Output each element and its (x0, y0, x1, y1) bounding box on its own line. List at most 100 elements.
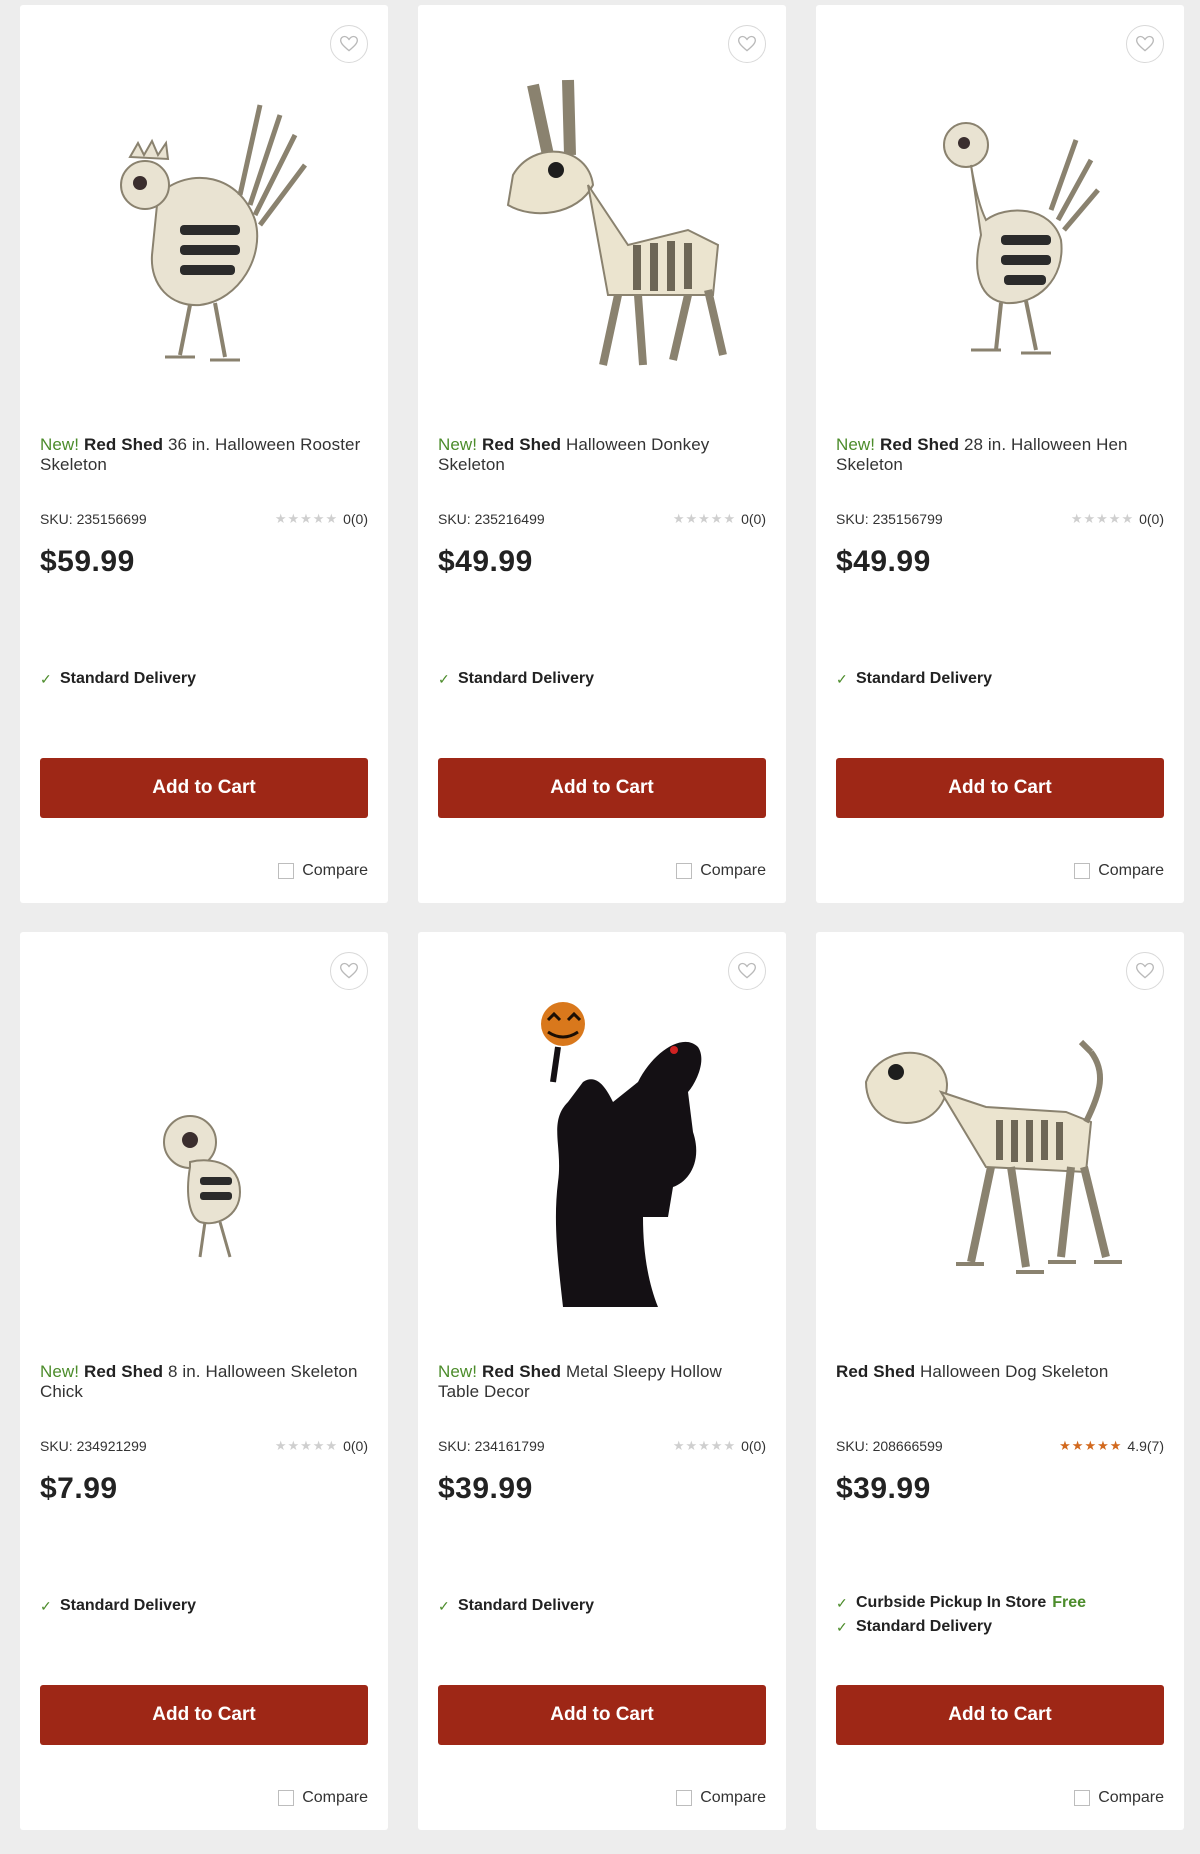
delivery-extra: Free (1052, 1594, 1087, 1611)
product-title[interactable]: New! Red Shed 8 in. Halloween Skeleton C… (40, 1362, 368, 1402)
compare-label: Compare (302, 1789, 368, 1806)
compare-checkbox[interactable]: Compare (1074, 862, 1164, 880)
checkbox-icon[interactable] (278, 863, 295, 879)
compare-checkbox[interactable]: Compare (278, 862, 368, 880)
rating[interactable]: ★ ★ ★ ★ ★ 4.9(7) (1059, 1438, 1164, 1454)
add-to-cart-button[interactable]: Add to Cart (40, 758, 368, 818)
rating-stars: ★ ★ ★ ★ ★ (1059, 1438, 1121, 1454)
new-badge: New! (438, 1362, 478, 1381)
compare-label: Compare (700, 862, 766, 879)
star-icon: ★ (325, 511, 338, 526)
sku-text: SKU: 234161799 (438, 1438, 545, 1454)
rating-count: 0(0) (1139, 511, 1164, 527)
rating-stars: ★ ★ ★ ★ ★ (673, 1438, 735, 1454)
checkbox-icon[interactable] (676, 1790, 693, 1806)
star-icon: ★ (698, 511, 710, 526)
product-image[interactable] (438, 972, 766, 1312)
product-card: New! Red Shed 36 in. Halloween Rooster S… (20, 5, 388, 903)
star-icon: ★ (1083, 511, 1096, 526)
product-name: Halloween Dog Skeleton (920, 1362, 1109, 1381)
rating-stars: ★ ★ ★ ★ ★ (275, 1438, 337, 1454)
add-to-cart-button[interactable]: Add to Cart (836, 1685, 1164, 1745)
delivery-label: Standard Delivery (458, 670, 595, 687)
new-badge: New! (40, 1362, 80, 1381)
product-image[interactable] (836, 45, 1164, 385)
check-icon: ✓ (40, 1597, 52, 1614)
product-price: $39.99 (836, 1472, 931, 1505)
delivery-options: ✓ Standard Delivery (40, 667, 368, 691)
checkbox-icon[interactable] (676, 863, 693, 879)
brand-name: Red Shed (83, 1362, 164, 1381)
compare-checkbox[interactable]: Compare (676, 1789, 766, 1807)
sku-text: SKU: 235156699 (40, 511, 147, 527)
rooster-skeleton-image (40, 104, 368, 389)
rating[interactable]: ★ ★ ★ ★ ★ 0(0) (275, 511, 368, 527)
rating[interactable]: ★ ★ ★ ★ ★ 0(0) (673, 1438, 766, 1454)
compare-checkbox[interactable]: Compare (1074, 1789, 1164, 1807)
brand-name: Red Shed (481, 1362, 562, 1381)
star-icon: ★ (1084, 1438, 1097, 1453)
checkbox-icon[interactable] (1074, 1790, 1091, 1806)
star-icon: ★ (698, 1438, 710, 1453)
delivery-option: ✓ Standard Delivery (438, 667, 766, 691)
product-grid: New! Red Shed 36 in. Halloween Rooster S… (0, 0, 1200, 1854)
add-to-cart-button[interactable]: Add to Cart (40, 1685, 368, 1745)
product-image[interactable] (40, 45, 368, 385)
checkbox-icon[interactable] (278, 1790, 295, 1806)
product-title[interactable]: New! Red Shed 28 in. Halloween Hen Skele… (836, 435, 1164, 475)
delivery-option: ✓ Curbside Pickup In Store Free (836, 1591, 1164, 1615)
new-badge: New! (40, 435, 80, 454)
sku-text: SKU: 234921299 (40, 1438, 147, 1454)
rating-count: 0(0) (741, 1438, 766, 1454)
delivery-label: Curbside Pickup In Store (856, 1594, 1047, 1611)
brand-name: Red Shed (83, 435, 164, 454)
star-icon: ★ (1059, 1438, 1071, 1453)
product-title[interactable]: New! Red Shed Halloween Donkey Skeleton (438, 435, 766, 475)
delivery-options: ✓ Standard Delivery (836, 667, 1164, 691)
check-icon: ✓ (836, 1618, 848, 1635)
delivery-options: ✓ Curbside Pickup In Store Free ✓ Standa… (836, 1591, 1164, 1639)
rating-stars: ★ ★ ★ ★ ★ (673, 511, 735, 527)
delivery-label: Standard Delivery (856, 1618, 993, 1635)
compare-checkbox[interactable]: Compare (676, 862, 766, 880)
rating-count: 0(0) (343, 1438, 368, 1454)
new-badge: New! (438, 435, 478, 454)
add-to-cart-button[interactable]: Add to Cart (438, 758, 766, 818)
rating-stars: ★ ★ ★ ★ ★ (275, 511, 337, 527)
new-badge: New! (836, 435, 876, 454)
product-price: $49.99 (438, 545, 533, 578)
product-title[interactable]: New! Red Shed 36 in. Halloween Rooster S… (40, 435, 368, 475)
sku-rating-row: SKU: 234921299 ★ ★ ★ ★ ★ 0(0) (40, 1436, 368, 1456)
product-card: New! Red Shed Halloween Donkey Skeleton … (418, 5, 786, 903)
star-icon: ★ (1097, 1438, 1109, 1453)
delivery-options: ✓ Standard Delivery (438, 1594, 766, 1618)
brand-name: Red Shed (879, 435, 960, 454)
star-icon: ★ (710, 1438, 723, 1453)
product-title[interactable]: Red Shed Halloween Dog Skeleton (836, 1362, 1164, 1382)
rating[interactable]: ★ ★ ★ ★ ★ 0(0) (1071, 511, 1164, 527)
add-to-cart-button[interactable]: Add to Cart (836, 758, 1164, 818)
star-icon: ★ (300, 1438, 312, 1453)
rating[interactable]: ★ ★ ★ ★ ★ 0(0) (275, 1438, 368, 1454)
chick-skeleton-image (40, 1115, 368, 1316)
star-icon: ★ (672, 511, 685, 526)
donkey-skeleton-image (438, 79, 766, 389)
product-image[interactable] (836, 972, 1164, 1312)
add-to-cart-button[interactable]: Add to Cart (438, 1685, 766, 1745)
star-icon: ★ (723, 1438, 736, 1453)
star-icon: ★ (300, 511, 312, 526)
rating-count: 4.9(7) (1127, 1438, 1164, 1454)
delivery-label: Standard Delivery (856, 670, 993, 687)
hen-skeleton-image (836, 122, 1164, 389)
compare-checkbox[interactable]: Compare (278, 1789, 368, 1807)
delivery-option: ✓ Standard Delivery (40, 1594, 368, 1618)
compare-label: Compare (302, 862, 368, 879)
product-image[interactable] (40, 972, 368, 1312)
sku-rating-row: SKU: 208666599 ★ ★ ★ ★ ★ 4.9(7) (836, 1436, 1164, 1456)
brand-name: Red Shed (836, 1362, 916, 1381)
product-title[interactable]: New! Red Shed Metal Sleepy Hollow Table … (438, 1362, 766, 1402)
rating[interactable]: ★ ★ ★ ★ ★ 0(0) (673, 511, 766, 527)
checkbox-icon[interactable] (1074, 863, 1091, 879)
star-icon: ★ (710, 511, 723, 526)
product-image[interactable] (438, 45, 766, 385)
